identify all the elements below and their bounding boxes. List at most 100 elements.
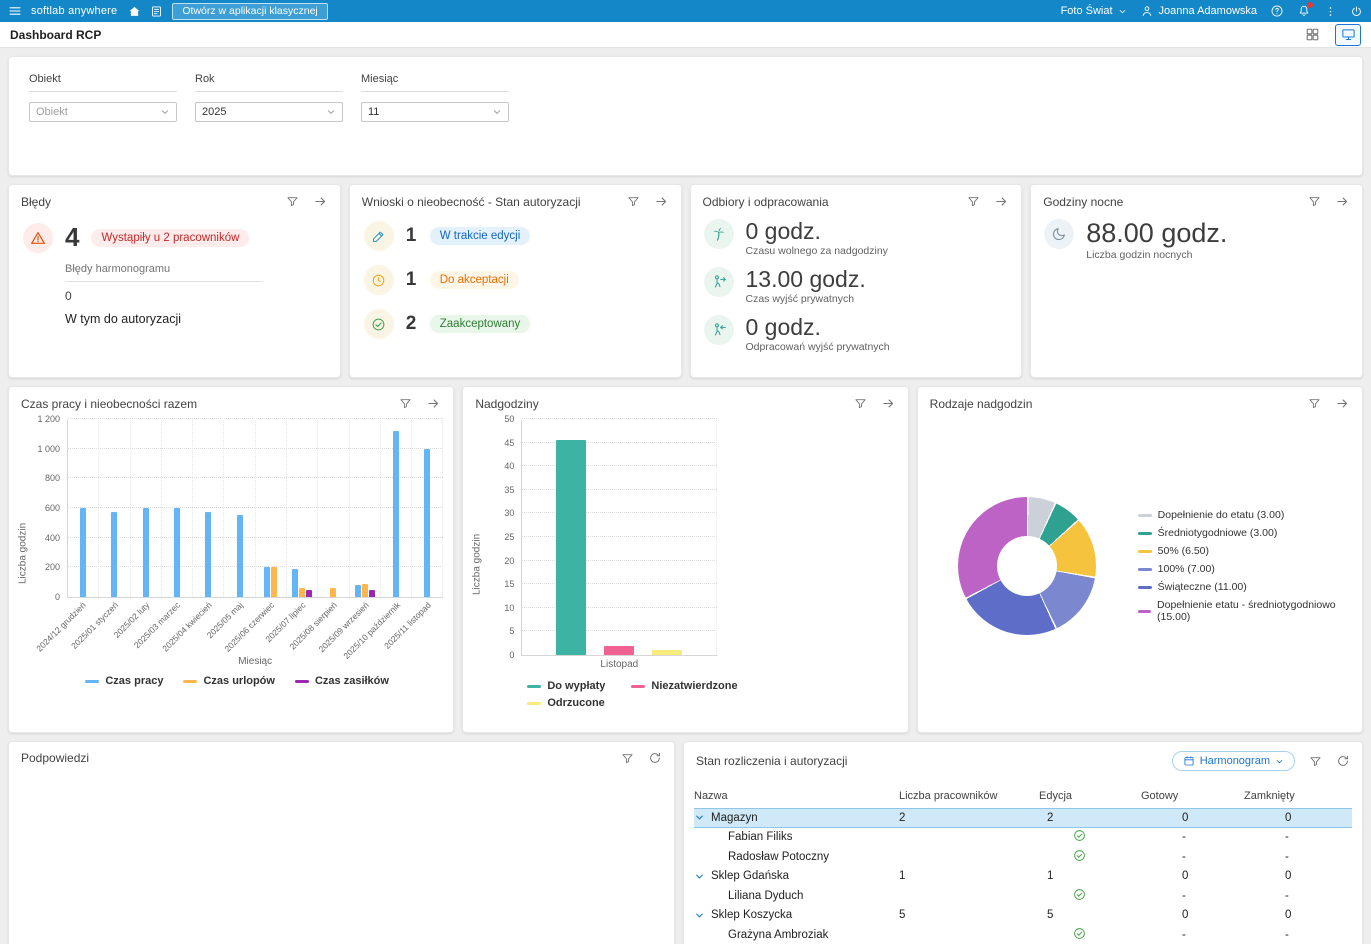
y-tick-label: 10	[504, 602, 515, 613]
plot-area	[521, 418, 718, 656]
legend-marker	[527, 684, 542, 688]
refresh-icon[interactable]	[1336, 754, 1350, 768]
dashboard-icon	[1341, 29, 1355, 40]
home-icon[interactable]	[128, 5, 141, 18]
open-card-icon[interactable]	[994, 194, 1009, 209]
y-tick-label: 30	[504, 508, 515, 519]
filter-rok: Rok 2025	[195, 73, 343, 159]
gridline	[522, 418, 718, 419]
edycja-cell	[1039, 829, 1141, 845]
category-slot	[68, 420, 100, 597]
wnioski-count: 2	[405, 313, 417, 334]
filter-icon[interactable]	[967, 195, 980, 208]
dashboard-settings-button[interactable]	[1335, 23, 1361, 46]
bar-chart: Liczba godzin 0 200 400 600 800 1 000 1 200 20…	[9, 414, 453, 687]
table-row[interactable]: Sklep Koszycka 5 5 0 0	[694, 906, 1352, 926]
open-card-icon[interactable]	[1335, 396, 1350, 411]
filter-icon[interactable]	[399, 397, 412, 410]
chart-legend: Do wypłaty Niezatwierdzone Odrzucone	[527, 680, 897, 709]
zamkniety-cell: -	[1285, 850, 1289, 863]
chevron-down-icon[interactable]	[694, 910, 705, 921]
check-circle-icon	[1073, 849, 1086, 862]
column-header: Edycja	[1039, 790, 1073, 802]
person-return-icon	[703, 315, 734, 346]
errors-badge: Wystąpiły u 2 pracowników	[91, 228, 250, 247]
company-selector[interactable]: Foto Świat	[1061, 5, 1127, 17]
errors-count: 4	[65, 222, 80, 252]
notification-badge	[1307, 2, 1313, 8]
bar-niezatwierdzone	[604, 646, 635, 655]
table-row[interactable]: Magazyn 2 2 0 0	[694, 808, 1352, 828]
name-cell: Liliana Dyduch	[728, 889, 804, 902]
filter-icon[interactable]	[1308, 195, 1321, 208]
gotowy-cell: 0	[1182, 870, 1189, 883]
power-icon[interactable]	[1350, 5, 1363, 18]
y-tick-label: 0	[54, 592, 60, 602]
name-cell: Sklep Koszycka	[694, 909, 899, 921]
more-icon[interactable]	[1324, 5, 1337, 18]
table-row[interactable]: Grażyna Ambroziak - -	[694, 925, 1352, 944]
table-row[interactable]: Liliana Dyduch - -	[694, 886, 1352, 906]
legend-marker	[294, 679, 309, 683]
category-slot	[412, 420, 444, 597]
miesiac-select[interactable]: 11	[361, 102, 509, 122]
legend-marker	[1137, 567, 1152, 571]
topbar: softlab anywhere Otwórz w aplikacji klas…	[0, 0, 1371, 22]
filter-icon[interactable]	[627, 195, 640, 208]
filter-icon[interactable]	[1308, 397, 1321, 410]
menu-icon[interactable]	[8, 4, 22, 18]
open-card-icon[interactable]	[313, 194, 328, 209]
app-brand: softlab anywhere	[31, 5, 118, 17]
y-tick-label: 20	[504, 555, 515, 566]
filters-card: Obiekt Obiekt Rok 2025 Miesiąc 11	[8, 56, 1363, 176]
rok-select[interactable]: 2025	[195, 102, 343, 122]
filter-icon[interactable]	[1309, 755, 1322, 768]
table-row[interactable]: Fabian Filiks - -	[694, 828, 1352, 848]
category-slot	[318, 420, 350, 597]
open-card-icon[interactable]	[426, 396, 441, 411]
filter-icon[interactable]	[854, 397, 867, 410]
filter-obiekt: Obiekt Obiekt	[29, 73, 177, 159]
odbiory-row: 13.00 godz. Czas wyjść prywatnych	[691, 262, 1022, 310]
notifications-icon[interactable]	[1297, 2, 1313, 18]
open-card-icon[interactable]	[654, 194, 669, 209]
table-row[interactable]: Radosław Potoczny - -	[694, 847, 1352, 867]
chevron-down-icon[interactable]	[694, 812, 705, 823]
odbiory-value: 0 godz.	[745, 314, 821, 341]
bar-do-wyp-aty	[556, 440, 587, 655]
bar-czas-urlop-w	[271, 567, 278, 597]
gotowy-cell: -	[1182, 928, 1186, 941]
filter-icon[interactable]	[286, 195, 299, 208]
harmonogram-button[interactable]: Harmonogram	[1171, 751, 1295, 771]
open-classic-button[interactable]: Otwórz w aplikacji klasycznej	[172, 2, 328, 20]
y-axis: 0 200 400 600 800 1 000 1 200	[31, 414, 67, 602]
gridline	[68, 418, 444, 419]
open-card-icon[interactable]	[1335, 194, 1350, 209]
odbiory-value-block: 0 godz. Czasu wolnego za nadgodziny	[746, 219, 888, 257]
divider	[195, 91, 343, 92]
y-axis: 0 5 10 15 20 25 30 35 40 45 50	[485, 414, 521, 660]
card-rodzaje-nadgodzin: Rodzaje nadgodzin Dopełnienie do etatu (…	[916, 386, 1363, 733]
layout-icon[interactable]	[1299, 24, 1325, 46]
donut-chart	[957, 497, 1096, 635]
help-icon[interactable]	[1270, 4, 1284, 18]
wnioski-count: 1	[405, 225, 417, 246]
journal-icon[interactable]	[150, 5, 163, 18]
filter-icon[interactable]	[621, 752, 634, 765]
obiekt-select[interactable]: Obiekt	[29, 102, 177, 122]
calendar-icon	[1184, 756, 1194, 766]
wnioski-row: 1 Do akceptacji	[350, 258, 681, 302]
refresh-icon[interactable]	[648, 751, 662, 765]
gotowy-cell: -	[1182, 889, 1186, 902]
chevron-down-icon[interactable]	[694, 871, 705, 882]
bar-czas-pracy	[142, 508, 149, 597]
user-menu[interactable]: Joanna Adamowska	[1140, 4, 1257, 18]
table-row[interactable]: Sklep Gdańska 1 1 0 0	[694, 867, 1352, 887]
rok-value: 2025	[202, 106, 227, 118]
open-card-icon[interactable]	[881, 396, 896, 411]
person-exit-icon	[703, 267, 734, 298]
category-slot	[522, 420, 718, 655]
legend-item: Czas urlopów	[183, 675, 275, 687]
legend-marker	[1137, 513, 1152, 517]
edycja-cell: 2	[1047, 811, 1054, 824]
